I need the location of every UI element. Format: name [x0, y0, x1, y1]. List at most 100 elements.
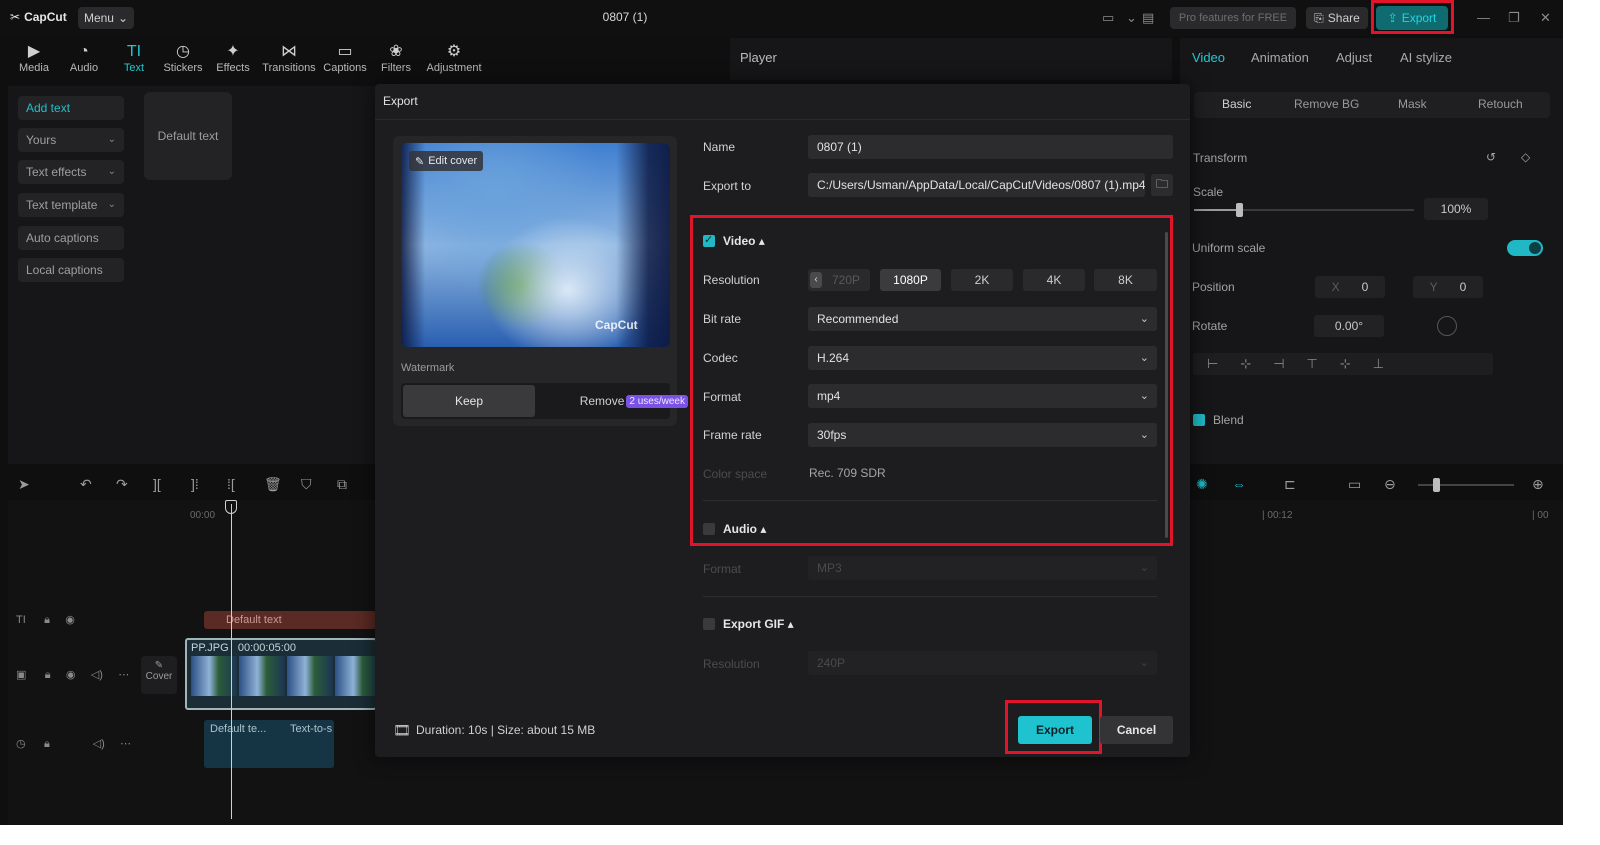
sidebar-item-local-captions[interactable]: Local captions — [18, 258, 124, 282]
cover-label: Cover — [145, 671, 173, 682]
sidebar-item-auto-captions[interactable]: Auto captions — [18, 226, 124, 250]
position-x-value: 0 — [1361, 280, 1369, 294]
tool-text[interactable]: TI Text — [108, 42, 160, 74]
tool-adjustment[interactable]: ⚙ Adjustment — [424, 42, 484, 74]
text-clip[interactable]: Default text — [204, 611, 376, 629]
chevron-down-icon: ⌄ — [117, 11, 129, 25]
tool-captions[interactable]: ▭ Captions — [319, 42, 371, 74]
restore-icon[interactable]: ❐ — [1508, 10, 1520, 26]
audio-clip[interactable]: Default te... Text-to-s — [204, 720, 334, 768]
video-clip[interactable]: PP.JPG 00:00:05:00 — [185, 638, 377, 710]
subtab-retouch[interactable]: Retouch — [1478, 97, 1523, 111]
tool-media[interactable]: ▶ Media — [8, 42, 60, 74]
tab-animation[interactable]: Animation — [1251, 50, 1309, 65]
keep-watermark-button[interactable]: Keep — [403, 385, 535, 417]
ai-icon[interactable]: ✺ — [1196, 476, 1208, 493]
keyframe-icon[interactable]: ◇ — [1521, 150, 1530, 164]
zoom-out-icon[interactable]: ⊖ — [1384, 476, 1396, 493]
split-left-icon[interactable]: ]⁞ — [191, 476, 199, 492]
blend-checkbox[interactable] — [1193, 414, 1205, 426]
close-icon[interactable]: ✕ — [1540, 10, 1551, 26]
gif-resolution-select: 240P ⌄ — [808, 651, 1157, 675]
properties-subtabs: Basic Remove BG Mask Retouch — [1194, 92, 1550, 118]
rotate-dial[interactable] — [1437, 316, 1457, 336]
link-icon[interactable]: ⇔ — [1232, 476, 1246, 492]
tab-adjust[interactable]: Adjust — [1336, 50, 1372, 65]
lock-icon[interactable]: 🔒︎ — [44, 614, 50, 626]
more-icon[interactable]: ⋯ — [118, 669, 129, 681]
menu-button[interactable]: Menu ⌄ — [78, 7, 134, 29]
speaker-icon[interactable]: ◁) — [93, 738, 105, 750]
more-icon[interactable]: ⋯ — [120, 738, 131, 750]
folder-icon[interactable]: 🗀 — [1151, 174, 1173, 196]
subtab-mask[interactable]: Mask — [1398, 97, 1427, 111]
marker-icon[interactable]: ⛉ — [301, 476, 312, 493]
uniform-scale-toggle[interactable] — [1507, 240, 1543, 256]
split-icon[interactable]: ][ — [153, 476, 161, 492]
zoom-in-icon[interactable]: ⊕ — [1532, 476, 1544, 493]
edit-cover-button[interactable]: ✎ Edit cover — [409, 151, 484, 171]
cancel-button[interactable]: Cancel — [1100, 716, 1173, 744]
export-info: Duration: 10s | Size: about 15 MB — [416, 723, 596, 737]
redo-icon[interactable]: ↷ — [116, 476, 128, 493]
default-text-card[interactable]: Default text — [144, 92, 232, 180]
select-tool-icon[interactable]: ➤ — [18, 476, 30, 493]
rotate-input[interactable]: 0.00° — [1314, 315, 1384, 337]
pro-features-button[interactable]: Pro features for FREE — [1170, 7, 1296, 29]
shortcut-icon[interactable]: ▤ — [1142, 10, 1154, 26]
tool-transitions[interactable]: ⋈ Transitions — [262, 42, 316, 74]
chevron-down-icon[interactable]: ⌄ — [1126, 10, 1137, 26]
chevron-down-icon: ⌄ — [1139, 657, 1149, 669]
align-toolbar[interactable]: ⊢⊹⊣⊤⊹⊥ — [1193, 353, 1493, 375]
lock-icon[interactable]: 🔒︎ — [44, 738, 50, 750]
crop-icon[interactable]: ⧉ — [337, 476, 347, 493]
eye-icon[interactable]: ◉ — [66, 669, 76, 681]
tool-effects[interactable]: ✦ Effects — [207, 42, 259, 74]
preview-icon[interactable]: ▭ — [1348, 476, 1361, 493]
video-track-icon: ▣ — [16, 669, 27, 681]
delete-icon[interactable]: 🗑 — [264, 476, 282, 493]
tool-filters[interactable]: ❀ Filters — [370, 42, 422, 74]
cover-button[interactable]: ✎ Cover — [141, 656, 177, 694]
tab-ai-stylize[interactable]: AI stylize — [1400, 50, 1452, 65]
name-input[interactable]: 0807 (1) — [808, 135, 1173, 159]
share-button[interactable]: ⎘ Share — [1306, 7, 1368, 29]
zoom-slider-handle[interactable] — [1433, 478, 1440, 492]
tab-video[interactable]: Video — [1192, 50, 1225, 65]
audio-clip-label-1: Default te... — [210, 723, 267, 735]
export-to-label: Export to — [703, 179, 752, 193]
remove-watermark-button[interactable]: Remove 2 uses/week — [540, 385, 688, 417]
position-y-prefix: Y — [1429, 280, 1438, 294]
media-toolbar: ▶ Media ◔ Audio TI Text ◷ Stickers ✦ Eff… — [8, 38, 722, 80]
gif-section-toggle[interactable]: Export GIF ▴ — [723, 617, 794, 631]
sidebar-item-text-effects[interactable]: Text effects ⌄ — [18, 160, 124, 184]
snap-icon[interactable]: ⊏ — [1284, 476, 1296, 493]
subtab-basic[interactable]: Basic — [1222, 97, 1251, 111]
lock-icon[interactable]: 🔒︎ — [45, 669, 51, 681]
speaker-icon[interactable]: ◁) — [91, 669, 103, 681]
export-path-input[interactable]: C:/Users/Usman/AppData/Local/CapCut/Vide… — [808, 173, 1145, 197]
name-label: Name — [703, 140, 736, 154]
split-right-icon[interactable]: ⁞[ — [227, 476, 235, 492]
playhead-line[interactable] — [231, 504, 232, 819]
position-x-input[interactable]: X 0 — [1315, 276, 1385, 298]
export-dialog-title: Export — [383, 94, 418, 108]
eye-icon[interactable]: ◉ — [65, 614, 75, 626]
position-y-input[interactable]: Y 0 — [1413, 276, 1483, 298]
sidebar-item-add-text[interactable]: Add text — [18, 96, 124, 120]
playhead-handle[interactable] — [225, 500, 237, 514]
sidebar-item-yours[interactable]: Yours ⌄ — [18, 128, 124, 152]
uses-badge: 2 uses/week — [626, 394, 688, 408]
layout-icon[interactable]: ▭ — [1102, 10, 1114, 26]
capcut-logo-icon: ✂ — [10, 10, 21, 24]
scale-input[interactable]: 100% — [1424, 198, 1488, 220]
subtab-remove-bg[interactable]: Remove BG — [1294, 97, 1359, 111]
gif-checkbox[interactable] — [703, 618, 715, 630]
minimize-icon[interactable]: — — [1477, 10, 1490, 25]
sidebar-item-text-template[interactable]: Text template ⌄ — [18, 193, 124, 217]
tool-stickers[interactable]: ◷ Stickers — [157, 42, 209, 74]
reset-icon[interactable]: ↺ — [1486, 150, 1496, 164]
scale-slider-handle[interactable] — [1236, 203, 1243, 217]
tool-audio[interactable]: ◔ Audio — [58, 42, 110, 74]
undo-icon[interactable]: ↶ — [80, 476, 92, 493]
